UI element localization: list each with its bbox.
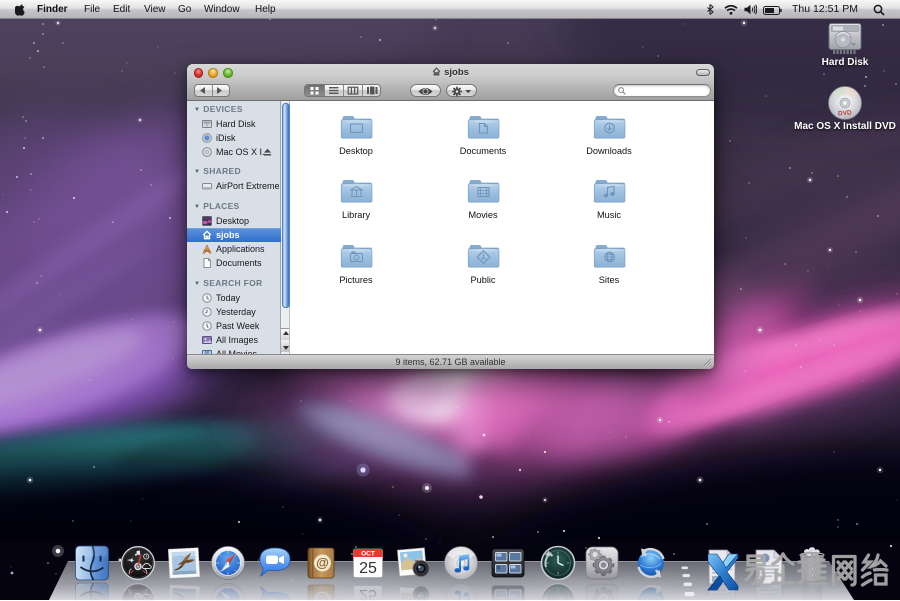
svg-text:Music: Music [597, 210, 621, 220]
svg-text:25: 25 [359, 560, 377, 577]
svg-text:Desktop: Desktop [339, 146, 373, 156]
svg-text:Documents: Documents [460, 146, 507, 156]
svg-text:Movies: Movies [468, 210, 498, 220]
svg-text:Pictures: Pictures [339, 275, 373, 285]
svg-text:Downloads: Downloads [586, 146, 632, 156]
svg-text:Library: Library [342, 210, 370, 220]
svg-text:@: @ [316, 555, 329, 570]
svg-text:Public: Public [470, 275, 495, 285]
svg-text:OCT: OCT [361, 551, 375, 558]
svg-text:DVD: DVD [838, 110, 852, 118]
svg-text:Sites: Sites [599, 275, 620, 285]
